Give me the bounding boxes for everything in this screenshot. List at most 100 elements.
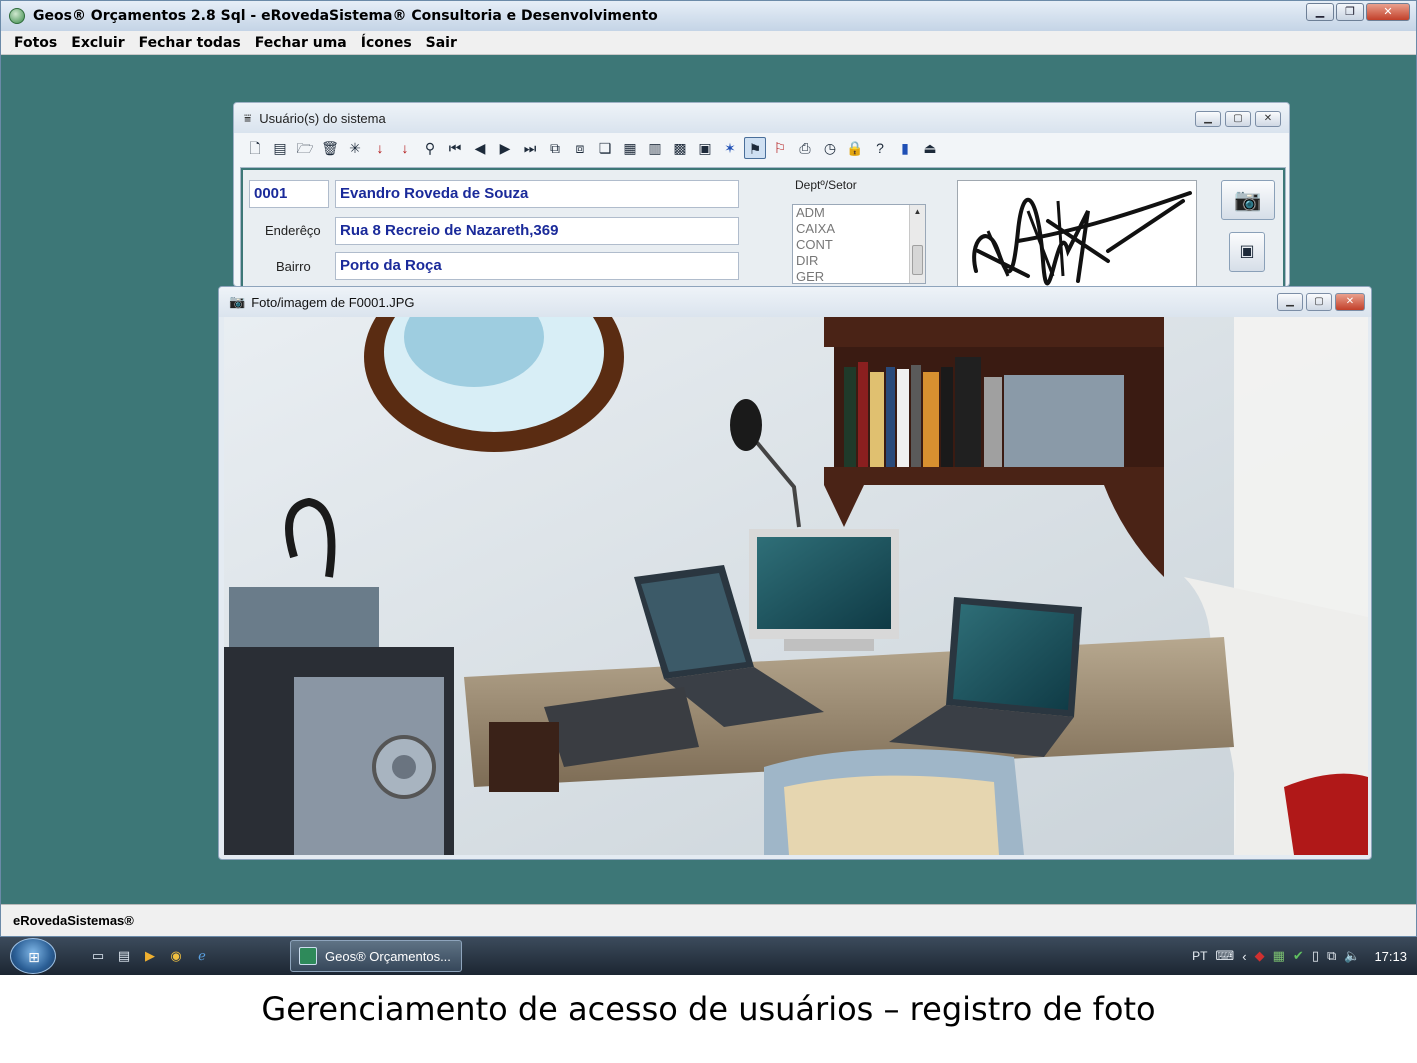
geos-task-icon: [299, 947, 317, 965]
windows-logo-icon: ⊞: [28, 949, 40, 965]
open-folder-icon[interactable]: 🗁: [294, 137, 316, 159]
photo-window-controls: ▁ ▢ ✕: [1277, 293, 1365, 311]
refresh-icon[interactable]: ✶: [719, 137, 741, 159]
dept-item[interactable]: ADM: [793, 205, 925, 221]
show-desktop-icon[interactable]: ▭: [88, 946, 108, 966]
edit-record-icon[interactable]: ▤: [269, 137, 291, 159]
dept-item[interactable]: CAIXA: [793, 221, 925, 237]
photo-window: 📷 Foto/imagem de F0001.JPG ▁ ▢ ✕: [218, 286, 1372, 860]
network-icon[interactable]: ⧉: [1327, 948, 1336, 964]
image-button[interactable]: ▣: [1229, 232, 1265, 272]
menu-bar: Fotos Excluir Fechar todas Fechar uma Íc…: [1, 31, 1416, 55]
language-indicator[interactable]: PT: [1192, 949, 1207, 963]
tray-expand-icon[interactable]: ‹: [1242, 949, 1246, 964]
volume-icon[interactable]: 🔈: [1344, 948, 1360, 964]
tree-icon[interactable]: ⚐: [769, 137, 791, 159]
signature-image: [972, 191, 1192, 286]
district-field[interactable]: Porto da Roça: [335, 252, 739, 280]
browser-icon[interactable]: ◉: [166, 946, 186, 966]
print-icon[interactable]: ⎙: [794, 137, 816, 159]
help-icon[interactable]: ?: [869, 137, 891, 159]
exit-icon[interactable]: ⏏: [919, 137, 941, 159]
switch-windows-icon[interactable]: ▤: [114, 946, 134, 966]
shield-icon[interactable]: ✔: [1293, 948, 1304, 964]
scroll-thumb[interactable]: [912, 245, 923, 275]
users-window-title-bar: ⩸ Usuário(s) do sistema: [234, 103, 1289, 133]
keyboard-icon[interactable]: ⌨: [1216, 948, 1235, 964]
dept-item[interactable]: DIR: [793, 253, 925, 269]
device-icon[interactable]: ▯: [1312, 948, 1319, 964]
users-window-title: Usuário(s) do sistema: [259, 110, 386, 126]
slide-caption: Gerenciamento de acesso de usuários – re…: [261, 990, 1156, 1028]
dept-item[interactable]: GER: [793, 269, 925, 283]
internet-explorer-icon[interactable]: ℯ: [192, 946, 212, 966]
camera-button[interactable]: 📷: [1221, 180, 1275, 220]
close-button[interactable]: ✕: [1366, 3, 1410, 21]
sort-za-icon[interactable]: ↓: [369, 137, 391, 159]
first-record-icon[interactable]: ⏮: [444, 137, 466, 159]
user-code-field[interactable]: 0001: [249, 180, 329, 208]
main-window: Geos® Orçamentos 2.8 Sql - eRovedaSistem…: [0, 0, 1417, 937]
new-record-icon[interactable]: 🗋: [244, 137, 266, 159]
users-close-button[interactable]: ✕: [1255, 111, 1281, 127]
maximize-button[interactable]: ❐: [1336, 3, 1364, 21]
paste-icon[interactable]: ⧈: [569, 137, 591, 159]
user-name-field[interactable]: Evandro Roveda de Souza: [335, 180, 739, 208]
menu-icones[interactable]: Ícones: [361, 35, 412, 51]
menu-sair[interactable]: Sair: [426, 35, 457, 51]
chart-icon[interactable]: ▮: [894, 137, 916, 159]
photo-minimize-button[interactable]: ▁: [1277, 293, 1303, 311]
toolbar: 🗋 ▤ 🗁 🗑 ✳ ↓ ↓ ⚲ ⏮ ◀ ▶ ⏭ ⧉ ⧈ ❏ ▦ ▥ ▩ ▣ ✶ …: [234, 133, 1289, 163]
menu-fechar-uma[interactable]: Fechar uma: [255, 35, 347, 51]
calculator-icon[interactable]: ▩: [669, 137, 691, 159]
trash-icon[interactable]: 🗑: [319, 137, 341, 159]
clock-icon[interactable]: ◷: [819, 137, 841, 159]
photo-close-button[interactable]: ✕: [1335, 293, 1365, 311]
users-maximize-button[interactable]: ▢: [1225, 111, 1251, 127]
task-button-label: Geos® Orçamentos...: [325, 948, 451, 964]
photo-window-title: Foto/imagem de F0001.JPG: [251, 294, 415, 310]
table-icon[interactable]: ▥: [644, 137, 666, 159]
address-label: Enderêço: [265, 223, 321, 238]
start-button[interactable]: ⊞: [10, 938, 56, 974]
users-window-icon: ⩸: [244, 110, 252, 125]
search-icon[interactable]: ⚲: [419, 137, 441, 159]
district-label: Bairro: [276, 259, 311, 274]
scroll-up-icon[interactable]: ▲: [910, 205, 925, 219]
user-form: 0001 Evandro Roveda de Souza Enderêço Ru…: [240, 167, 1286, 286]
photo-window-title-bar: 📷 Foto/imagem de F0001.JPG: [219, 287, 1371, 317]
dept-item[interactable]: CONT: [793, 237, 925, 253]
sort-az-icon[interactable]: ↓: [394, 137, 416, 159]
copy-icon[interactable]: ⧉: [544, 137, 566, 159]
clear-icon[interactable]: ✳: [344, 137, 366, 159]
calendar-icon[interactable]: ▣: [694, 137, 716, 159]
minimize-button[interactable]: ▁: [1306, 3, 1334, 21]
photo-maximize-button[interactable]: ▢: [1306, 293, 1332, 311]
lock-icon[interactable]: 🔒: [844, 137, 866, 159]
grid-icon[interactable]: ▦: [619, 137, 641, 159]
menu-fechar-todas[interactable]: Fechar todas: [139, 35, 241, 51]
excel-icon[interactable]: ▦: [1273, 948, 1285, 964]
user-form-panel: 0001 Evandro Roveda de Souza Enderêço Ru…: [243, 170, 1283, 286]
address-field[interactable]: Rua 8 Recreio de Nazareth,369: [335, 217, 739, 245]
last-record-icon[interactable]: ⏭: [519, 137, 541, 159]
window-title: Geos® Orçamentos 2.8 Sql - eRovedaSistem…: [33, 8, 658, 24]
task-button-geos[interactable]: Geos® Orçamentos...: [290, 940, 462, 972]
menu-excluir[interactable]: Excluir: [71, 35, 124, 51]
media-player-icon[interactable]: ▶: [140, 946, 160, 966]
filter-icon[interactable]: ⚑: [744, 137, 766, 159]
status-text: eRovedaSistemas®: [13, 913, 134, 928]
office-photo: [224, 287, 1368, 855]
window-controls: ▁ ❐ ✕: [1306, 3, 1410, 21]
previous-record-icon[interactable]: ◀: [469, 137, 491, 159]
user-code-value: 0001: [254, 185, 288, 202]
users-minimize-button[interactable]: ▁: [1195, 111, 1221, 127]
address-value: Rua 8 Recreio de Nazareth,369: [340, 222, 559, 239]
dept-list[interactable]: ADM CAIXA CONT DIR GER ▲: [792, 204, 926, 284]
clock[interactable]: 17:13: [1374, 949, 1407, 964]
window-icon[interactable]: ❏: [594, 137, 616, 159]
dept-scrollbar[interactable]: ▲: [909, 205, 925, 283]
next-record-icon[interactable]: ▶: [494, 137, 516, 159]
security-icon[interactable]: ◆: [1255, 948, 1265, 964]
menu-fotos[interactable]: Fotos: [14, 35, 57, 51]
